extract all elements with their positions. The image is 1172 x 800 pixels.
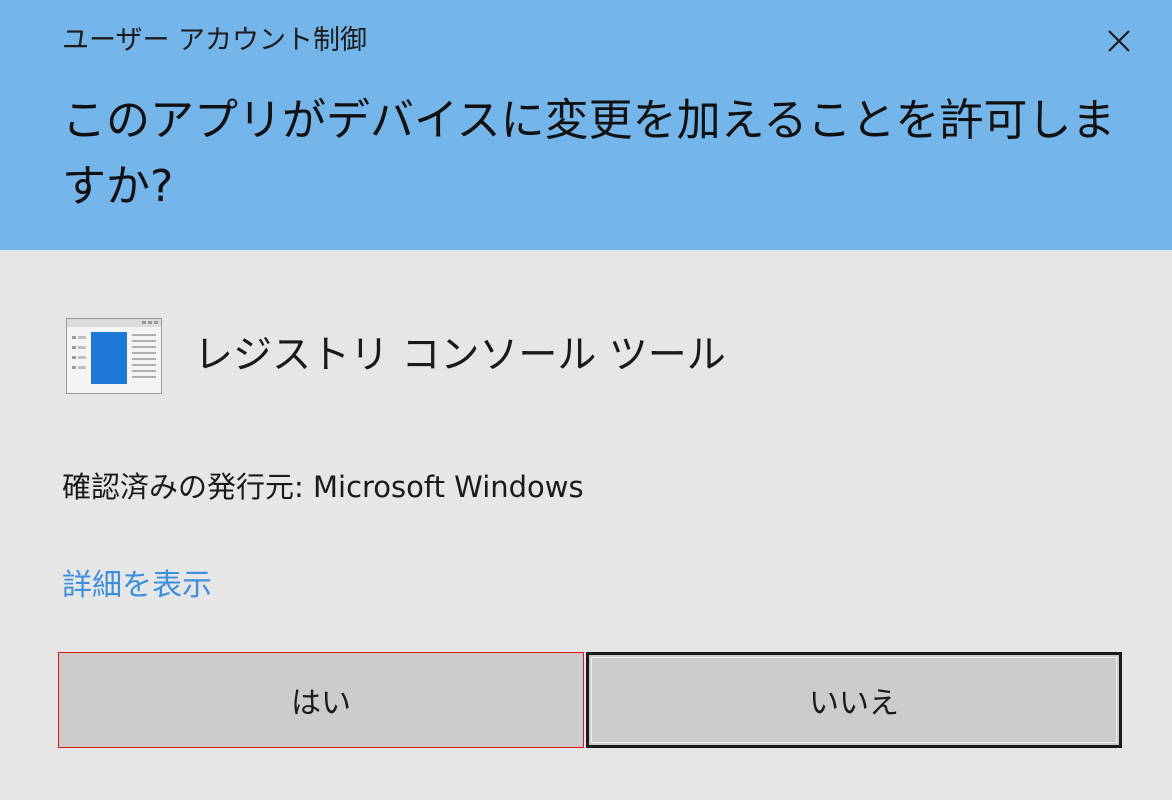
close-button[interactable]: [1096, 18, 1142, 64]
app-name: レジストリ コンソール ツール: [194, 333, 726, 378]
close-icon: [1108, 30, 1130, 52]
no-button[interactable]: いいえ: [586, 652, 1122, 748]
yes-button-label: はい: [291, 686, 351, 721]
uac-dialog: ユーザー アカウント制御 このアプリがデバイスに変更を加えることを許可しますか?: [0, 0, 1172, 800]
yes-button[interactable]: はい: [58, 652, 584, 748]
window-title: ユーザー アカウント制御: [62, 25, 368, 56]
registry-console-app-icon: [66, 318, 162, 394]
prompt-question: このアプリがデバイスに変更を加えることを許可しますか?: [62, 95, 1116, 212]
show-details-link[interactable]: 詳細を表示: [62, 565, 212, 607]
verified-publisher: 確認済みの発行元: Microsoft Windows: [62, 470, 584, 504]
dialog-header: ユーザー アカウント制御 このアプリがデバイスに変更を加えることを許可しますか?: [0, 0, 1172, 250]
no-button-label: いいえ: [809, 686, 899, 721]
